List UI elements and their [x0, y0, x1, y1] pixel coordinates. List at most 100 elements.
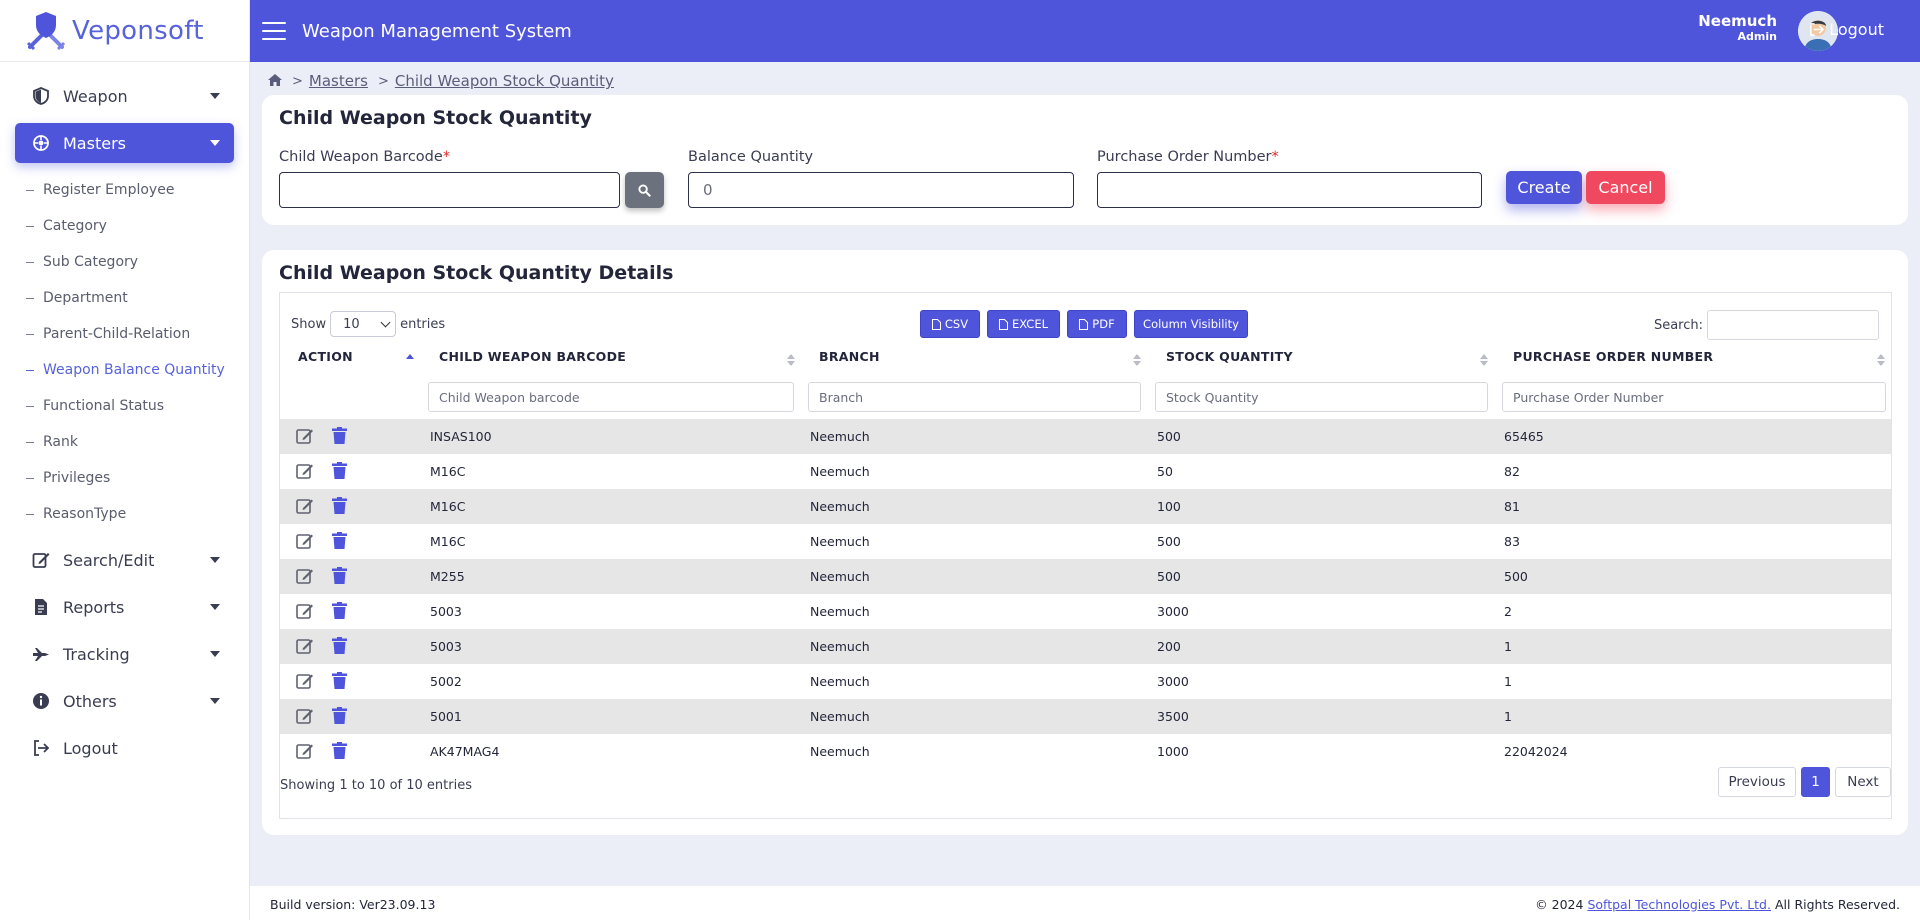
trash-icon[interactable] — [332, 567, 347, 584]
table-row: M255 Neemuch 500 500 — [280, 559, 1891, 594]
edit-icon[interactable] — [296, 497, 314, 515]
submenu-item-active[interactable]: Weapon Balance Quantity — [0, 352, 249, 388]
sidebar-item-search-edit[interactable]: Search/Edit — [15, 540, 234, 580]
breadcrumb-masters-link[interactable]: Masters — [309, 72, 368, 90]
stock-quantity-cell: 100 — [1157, 499, 1181, 514]
trash-icon[interactable] — [332, 462, 347, 479]
sidebar-item-masters[interactable]: Masters — [15, 123, 234, 163]
edit-icon[interactable] — [296, 602, 314, 620]
csv-export-button[interactable]: CSV — [920, 310, 980, 338]
edit-icon[interactable] — [296, 462, 314, 480]
barcode-cell: 5003 — [430, 604, 462, 619]
table-search-input[interactable] — [1707, 310, 1879, 340]
sidebar-item-label: Masters — [63, 133, 126, 153]
balance-quantity-input[interactable] — [688, 172, 1074, 208]
page-length-control: Show 10 entries — [291, 311, 445, 337]
submenu-item[interactable]: Category — [0, 208, 249, 244]
trash-icon[interactable] — [332, 497, 347, 514]
sidebar-item-label: Tracking — [63, 644, 130, 664]
submenu-item[interactable]: Sub Category — [0, 244, 249, 280]
purchase-order-cell: 22042024 — [1504, 744, 1568, 759]
column-visibility-button[interactable]: Column Visibility — [1134, 310, 1248, 338]
sidebar-item-reports[interactable]: Reports — [15, 587, 234, 627]
create-button[interactable]: Create — [1506, 171, 1582, 204]
column-header-stock-quantity[interactable]: STOCK QUANTITY — [1166, 349, 1293, 369]
column-header-action[interactable]: ACTION — [298, 349, 353, 369]
sort-icon[interactable] — [1877, 353, 1885, 367]
branch-cell: Neemuch — [810, 709, 870, 724]
page-length-select[interactable]: 10 — [330, 311, 397, 337]
submenu-item[interactable]: ReasonType — [0, 496, 249, 532]
sort-asc-icon[interactable] — [406, 353, 414, 367]
previous-page-button[interactable]: Previous — [1718, 767, 1796, 797]
branch-cell: Neemuch — [810, 569, 870, 584]
purchase-order-cell: 1 — [1504, 709, 1512, 724]
column-header-barcode[interactable]: CHILD WEAPON BARCODE — [439, 349, 626, 369]
submenu-item[interactable]: Functional Status — [0, 388, 249, 424]
table-row: M16C Neemuch 50 82 — [280, 454, 1891, 489]
purchase-order-filter-input[interactable] — [1502, 382, 1886, 412]
table-info: Showing 1 to 10 of 10 entries — [280, 778, 472, 793]
sidebar-item-logout[interactable]: Logout — [15, 728, 234, 768]
branch-cell: Neemuch — [810, 674, 870, 689]
edit-icon[interactable] — [296, 532, 314, 550]
company-link[interactable]: Softpal Technologies Pvt. Ltd. — [1587, 897, 1771, 912]
file-icon — [931, 318, 941, 330]
submenu-item[interactable]: Department — [0, 280, 249, 316]
sort-icon[interactable] — [1133, 353, 1141, 367]
sidebar-item-tracking[interactable]: Tracking — [15, 634, 234, 674]
sidebar-item-weapon[interactable]: Weapon — [15, 76, 234, 116]
stock-quantity-filter-input[interactable] — [1155, 382, 1488, 412]
submenu-item[interactable]: Privileges — [0, 460, 249, 496]
trash-icon[interactable] — [332, 707, 347, 724]
edit-icon[interactable] — [296, 742, 314, 760]
barcode-input[interactable] — [279, 172, 620, 208]
purchase-order-input[interactable] — [1097, 172, 1482, 208]
trash-icon[interactable] — [332, 637, 347, 654]
chevron-down-icon — [210, 557, 220, 563]
edit-icon[interactable] — [296, 707, 314, 725]
trash-icon[interactable] — [332, 672, 347, 689]
edit-icon[interactable] — [296, 567, 314, 585]
barcode-label: Child Weapon Barcode* — [279, 149, 451, 165]
barcode-search-button[interactable] — [625, 172, 664, 208]
sidebar-item-others[interactable]: Others — [15, 681, 234, 721]
next-page-button[interactable]: Next — [1835, 767, 1891, 797]
chevron-down-icon — [210, 93, 220, 99]
menu-toggle-icon[interactable] — [262, 22, 286, 40]
edit-icon[interactable] — [296, 427, 314, 445]
table-row: 5003 Neemuch 3000 2 — [280, 594, 1891, 629]
edit-icon[interactable] — [296, 672, 314, 690]
pdf-export-button[interactable]: PDF — [1067, 310, 1127, 338]
top-header: Weapon Management System Neemuch Admin L… — [250, 0, 1920, 62]
breadcrumb-current-link[interactable]: Child Weapon Stock Quantity — [395, 72, 614, 90]
sort-icon[interactable] — [787, 353, 795, 367]
brand-logo[interactable]: Veponsoft — [0, 0, 249, 62]
barcode-filter-input[interactable] — [428, 382, 794, 412]
trash-icon[interactable] — [332, 427, 347, 444]
branch-filter-input[interactable] — [808, 382, 1141, 412]
sort-icon[interactable] — [1480, 353, 1488, 367]
trash-icon[interactable] — [332, 602, 347, 619]
excel-export-button[interactable]: EXCEL — [987, 310, 1060, 338]
table-row: 5003 Neemuch 200 1 — [280, 629, 1891, 664]
trash-icon[interactable] — [332, 532, 347, 549]
home-icon[interactable] — [268, 72, 282, 90]
page-number-button[interactable]: 1 — [1801, 767, 1830, 797]
submenu-item[interactable]: Parent-Child-Relation — [0, 316, 249, 352]
chevron-down-icon — [210, 140, 220, 146]
stock-quantity-cell: 3000 — [1157, 674, 1189, 689]
breadcrumb-separator: > — [377, 73, 389, 89]
submenu-item[interactable]: Rank — [0, 424, 249, 460]
chevron-down-icon — [380, 317, 391, 328]
barcode-cell: INSAS100 — [430, 429, 492, 444]
sidebar-item-label: Search/Edit — [63, 550, 155, 570]
column-header-branch[interactable]: BRANCH — [819, 349, 880, 369]
edit-icon[interactable] — [296, 637, 314, 655]
trash-icon[interactable] — [332, 742, 347, 759]
cancel-button[interactable]: Cancel — [1586, 171, 1665, 204]
barcode-cell: 5001 — [430, 709, 462, 724]
submenu-item[interactable]: Register Employee — [0, 172, 249, 208]
header-logout-button[interactable]: Logout — [1809, 20, 1884, 39]
column-header-purchase-order[interactable]: PURCHASE ORDER NUMBER — [1513, 349, 1713, 369]
